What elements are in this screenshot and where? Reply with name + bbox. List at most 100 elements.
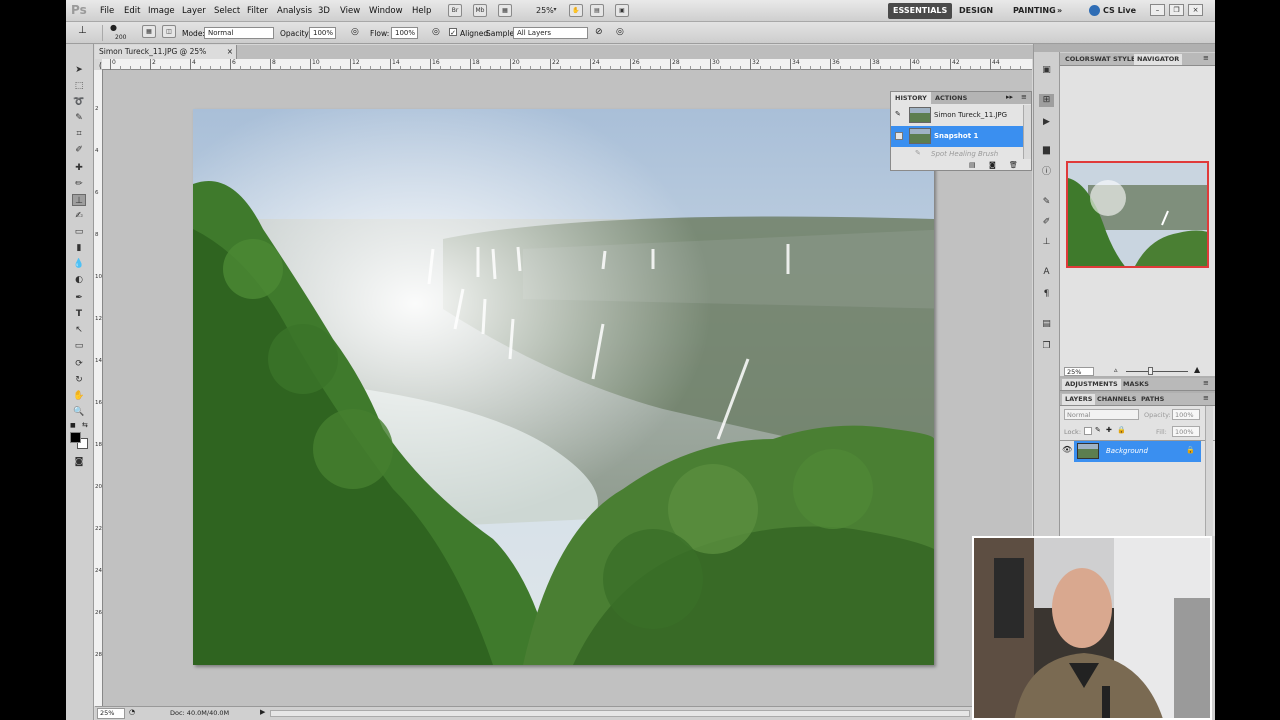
- menu-file[interactable]: File: [100, 6, 114, 16]
- history-panel-icon[interactable]: ⊞: [1039, 94, 1054, 107]
- lock-pixels-icon[interactable]: ✎: [1095, 426, 1101, 434]
- navigator-zoom-input[interactable]: 25%: [1064, 367, 1094, 376]
- healing-brush-tool-icon[interactable]: ✚: [72, 162, 86, 174]
- hand-tool-icon[interactable]: ✋: [72, 390, 86, 402]
- blend-mode-select[interactable]: Normal: [1064, 409, 1139, 420]
- paragraph-panel-icon[interactable]: ¶: [1039, 288, 1054, 301]
- menu-window[interactable]: Window: [369, 6, 403, 16]
- tab-masks[interactable]: MASKS: [1120, 379, 1152, 390]
- clone-source-button[interactable]: ◫: [162, 25, 176, 38]
- layer-row-background[interactable]: Background 🔒: [1074, 441, 1201, 462]
- lock-transparency-checkbox[interactable]: [1084, 427, 1092, 435]
- status-menu-arrow-icon[interactable]: ▶: [260, 708, 265, 716]
- opacity-input[interactable]: 100%: [309, 27, 336, 39]
- tab-layers[interactable]: LAYERS: [1062, 394, 1096, 405]
- brush-presets-panel-icon[interactable]: ✎: [1039, 196, 1054, 209]
- view-extras-button[interactable]: ▦: [498, 4, 512, 17]
- pressure-size-icon[interactable]: ◎: [616, 27, 624, 37]
- histogram-panel-icon[interactable]: ▆: [1039, 144, 1054, 157]
- move-tool-icon[interactable]: ➤: [72, 64, 86, 76]
- menu-select[interactable]: Select: [214, 6, 240, 16]
- blur-tool-icon[interactable]: 💧: [72, 258, 86, 270]
- foreground-color-swatch[interactable]: [70, 432, 81, 443]
- quick-mask-icon[interactable]: ◙: [72, 456, 86, 468]
- airbrush-icon[interactable]: ◎: [432, 27, 440, 37]
- quick-select-tool-icon[interactable]: ✎: [72, 112, 86, 124]
- path-select-tool-icon[interactable]: ↖: [72, 324, 86, 336]
- tab-actions[interactable]: ACTIONS: [931, 92, 971, 104]
- tab-channels[interactable]: CHANNELS: [1094, 394, 1139, 405]
- tab-adjustments[interactable]: ADJUSTMENTS: [1062, 379, 1121, 390]
- layers-scrollbar[interactable]: [1205, 406, 1213, 536]
- restore-button[interactable]: ❐: [1169, 4, 1184, 16]
- lock-position-icon[interactable]: ✚: [1106, 426, 1112, 434]
- clone-stamp-preset-icon[interactable]: ⊥: [78, 25, 87, 36]
- navigator-zoom-slider[interactable]: [1126, 371, 1188, 372]
- navigator-menu-icon[interactable]: ≡: [1203, 54, 1209, 62]
- layer-comps-panel-icon[interactable]: ▤: [1039, 318, 1054, 331]
- menu-image[interactable]: Image: [148, 6, 175, 16]
- menu-layer[interactable]: Layer: [182, 6, 206, 16]
- menu-view[interactable]: View: [340, 6, 360, 16]
- aligned-checkbox[interactable]: ✓: [449, 28, 457, 37]
- zoom-tool-icon[interactable]: 🔍: [72, 406, 86, 418]
- document-tab[interactable]: Simon Tureck_11.JPG @ 25% (RGB/8) * ×: [95, 45, 237, 70]
- workspace-essentials[interactable]: ESSENTIALS: [888, 3, 953, 19]
- sample-select[interactable]: All Layers: [513, 27, 588, 39]
- tab-paths[interactable]: PATHS: [1138, 394, 1167, 405]
- history-scrollbar[interactable]: [1023, 105, 1031, 159]
- tab-history[interactable]: HISTORY: [891, 92, 931, 104]
- adjustments-menu-icon[interactable]: ≡: [1203, 379, 1209, 387]
- history-source-box[interactable]: [895, 132, 903, 140]
- brush-panel-button[interactable]: ▦: [142, 25, 156, 38]
- menu-3d[interactable]: 3D: [318, 6, 330, 16]
- workspace-more[interactable]: »: [1052, 3, 1067, 19]
- zoom-in-icon[interactable]: ▲: [1194, 365, 1200, 374]
- zoom-slider-thumb[interactable]: [1148, 367, 1153, 375]
- menu-filter[interactable]: Filter: [247, 6, 268, 16]
- layer-visibility-eye-icon[interactable]: 👁: [1062, 445, 1072, 455]
- history-brush-tool-icon[interactable]: ✍: [72, 210, 86, 222]
- brush-preview-icon[interactable]: ●: [110, 23, 117, 32]
- launch-bridge-button[interactable]: Br: [448, 4, 462, 17]
- brush-panel-icon[interactable]: ✐: [1039, 216, 1054, 229]
- minibridge-panel-icon[interactable]: ▣: [1039, 64, 1054, 77]
- info-panel-icon[interactable]: ⓘ: [1039, 166, 1054, 179]
- clone-source-panel-icon[interactable]: ⊥: [1039, 236, 1054, 249]
- type-tool-icon[interactable]: T: [72, 308, 86, 320]
- close-button[interactable]: ×: [1188, 4, 1203, 16]
- lasso-tool-icon[interactable]: ➰: [72, 96, 86, 108]
- tab-navigator[interactable]: NAVIGATOR: [1134, 54, 1183, 65]
- status-zoom[interactable]: 25%: [97, 708, 125, 719]
- panel-menu-icon[interactable]: ≡: [1021, 93, 1027, 101]
- pen-tool-icon[interactable]: ✒: [72, 292, 86, 304]
- navigator-preview[interactable]: [1066, 161, 1209, 268]
- marquee-tool-icon[interactable]: ⬚: [72, 80, 86, 92]
- collapse-panel-icon[interactable]: ▸▸: [1006, 93, 1013, 101]
- history-brush-source-icon[interactable]: ✎: [895, 110, 901, 118]
- 3d-orbit-tool-icon[interactable]: ↻: [72, 374, 86, 386]
- gradient-tool-icon[interactable]: ▮: [72, 242, 86, 254]
- brush-tool-icon[interactable]: ✏: [72, 178, 86, 190]
- eyedropper-tool-icon[interactable]: ✐: [72, 144, 86, 156]
- menu-edit[interactable]: Edit: [124, 6, 140, 16]
- close-document-icon[interactable]: ×: [227, 45, 233, 59]
- menu-help[interactable]: Help: [412, 6, 431, 16]
- dodge-tool-icon[interactable]: ◐: [72, 274, 86, 286]
- ignore-adjustment-icon[interactable]: ⊘: [595, 27, 603, 37]
- pressure-opacity-icon[interactable]: ◎: [351, 27, 359, 37]
- horizontal-scrollbar[interactable]: [270, 710, 970, 717]
- workspace-design[interactable]: DESIGN: [954, 3, 998, 19]
- history-item-spot-healing[interactable]: ✎ Spot Healing Brush: [891, 148, 1023, 160]
- screen-mode-button[interactable]: ▣: [615, 4, 629, 17]
- status-info-icon[interactable]: ◔: [129, 708, 135, 716]
- new-document-from-state-icon[interactable]: ▤: [969, 161, 976, 169]
- default-colors-icon[interactable]: ■: [70, 422, 76, 429]
- waterfall-photo[interactable]: [193, 109, 934, 665]
- layers-menu-icon[interactable]: ≡: [1203, 394, 1209, 402]
- zoom-out-icon[interactable]: ▵: [1114, 366, 1118, 374]
- layer-opacity-input[interactable]: 100%: [1172, 409, 1200, 420]
- delete-state-icon[interactable]: 🗑: [1009, 161, 1018, 169]
- crop-tool-icon[interactable]: ⌗: [72, 128, 86, 140]
- character-panel-icon[interactable]: A: [1039, 266, 1054, 279]
